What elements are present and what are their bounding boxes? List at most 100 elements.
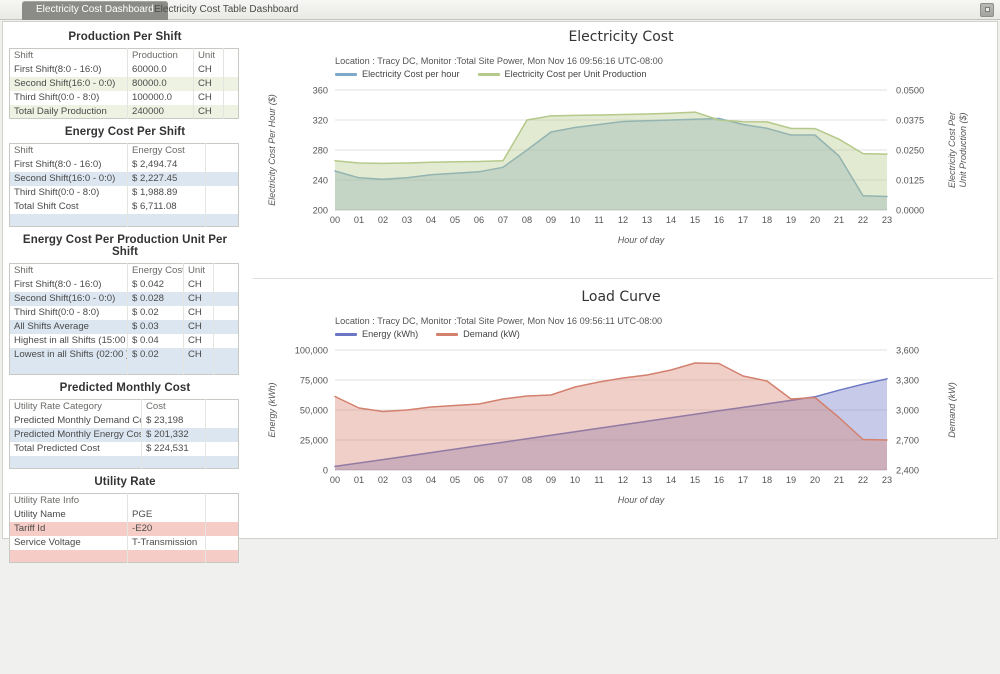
svg-text:16: 16 (714, 475, 724, 485)
svg-text:0: 0 (323, 465, 328, 475)
svg-text:04: 04 (426, 215, 436, 225)
svg-text:20: 20 (810, 215, 820, 225)
cell-energy-cost: $ 2,494.74 (127, 157, 206, 172)
cell-unit: CH (183, 277, 214, 292)
cell-spacer (205, 441, 239, 456)
svg-text:Electricity Cost Per Hour ($): Electricity Cost Per Hour ($) (267, 94, 277, 206)
legend-item-demand[interactable]: Demand (kW) (436, 329, 520, 339)
cell-shift: Third Shift(0:0 - 8:0) (9, 90, 128, 105)
col-category: Utility Rate Category (9, 399, 142, 414)
cell-spacer (205, 521, 239, 536)
table-row[interactable]: Utility Name PGE (9, 507, 239, 522)
cell-spacer (213, 305, 239, 320)
cell-unit: CH (193, 104, 224, 119)
table-row[interactable]: Second Shift(16:0 - 0:0) 80000.0 CH (9, 76, 239, 91)
svg-text:22: 22 (858, 475, 868, 485)
col-value (127, 493, 206, 508)
legend-swatch-icon (477, 72, 500, 76)
table-row[interactable]: Lowest in all Shifts (02:00 ) $ 0.02 CH (9, 347, 239, 362)
dashboard-page: Production Per Shift Shift Production Un… (2, 21, 998, 563)
svg-text:280: 280 (313, 145, 328, 155)
svg-text:360: 360 (313, 85, 328, 95)
unit-cost-table-title: Energy Cost Per Production Unit Per Shif… (22, 234, 228, 258)
svg-text:0.0500: 0.0500 (896, 85, 924, 95)
svg-text:02: 02 (378, 475, 388, 485)
load-curve-plot[interactable]: 0 2,400 25,000 2,700 50,000 3,000 75,000 3,300 1… (247, 342, 995, 512)
tables-column: Production Per Shift Shift Production Un… (9, 24, 241, 563)
table-row[interactable]: Tariff Id -E20 (9, 521, 239, 536)
svg-text:01: 01 (354, 215, 364, 225)
cell-shift: Highest in all Shifts (15:00 (9, 333, 128, 348)
col-spacer (213, 263, 239, 278)
cell-category: Total Predicted Cost (9, 441, 142, 456)
cell-energy-cost: $ 1,988.89 (127, 185, 206, 200)
svg-text:08: 08 (522, 215, 532, 225)
col-spacer (205, 493, 239, 508)
svg-text:0.0125: 0.0125 (896, 175, 924, 185)
cell-spacer (205, 413, 239, 428)
table-row[interactable]: Third Shift(0:0 - 8:0) $ 1,988.89 (9, 185, 239, 200)
table-row[interactable]: Third Shift(0:0 - 8:0) 100000.0 CH (9, 90, 239, 105)
cell-shift: Total Daily Production (9, 104, 128, 119)
table-row[interactable]: Highest in all Shifts (15:00 $ 0.04 CH (9, 333, 239, 348)
electricity-cost-plot[interactable]: 200 0.0000 240 0.0125 280 0.0250 320 0.0375 360 0… (247, 82, 995, 252)
production-table-title: Production Per Shift (68, 31, 182, 43)
utility-rate-table: Utility Rate Info Utility Name PGE Tarif… (9, 493, 239, 563)
cell-category: Predicted Monthly Energy Cost (9, 427, 142, 442)
legend-item-energy[interactable]: Energy (kWh) (335, 329, 418, 339)
table-row-filler (9, 213, 239, 227)
svg-text:Hour of day: Hour of day (618, 235, 665, 245)
table-row[interactable]: Predicted Monthly Demand Cost $ 23,198 (9, 413, 239, 428)
cell-cost: $ 23,198 (141, 413, 206, 428)
cell-production: 60000.0 (127, 62, 194, 77)
cell-unit: CH (183, 347, 214, 362)
electricity-cost-legend: Electricity Cost per hour Electricity Co… (335, 69, 646, 79)
table-row[interactable]: Third Shift(0:0 - 8:0) $ 0.02 CH (9, 305, 239, 320)
svg-text:01: 01 (354, 475, 364, 485)
table-row[interactable]: First Shift(8:0 - 16:0) 60000.0 CH (9, 62, 239, 77)
legend-item-cost-per-unit[interactable]: Electricity Cost per Unit Production (477, 69, 646, 79)
svg-text:00: 00 (330, 475, 340, 485)
cell-energy-cost: $ 0.04 (127, 333, 184, 348)
svg-text:13: 13 (642, 475, 652, 485)
svg-text:08: 08 (522, 475, 532, 485)
cell-value: PGE (127, 507, 206, 522)
svg-text:19: 19 (786, 215, 796, 225)
svg-text:13: 13 (642, 215, 652, 225)
table-row[interactable]: First Shift(8:0 - 16:0) $ 0.042 CH (9, 277, 239, 292)
col-production: Production (127, 48, 194, 63)
table-row[interactable]: All Shifts Average $ 0.03 CH (9, 319, 239, 334)
svg-text:12: 12 (618, 475, 628, 485)
svg-text:18: 18 (762, 475, 772, 485)
tab-electricity-cost-table-dashboard[interactable]: Electricity Cost Table Dashboard (140, 1, 312, 20)
dashboard-window: Electricity Cost Dashboard Electricity C… (0, 0, 1000, 563)
minimize-button[interactable] (980, 3, 994, 17)
cell-spacer (205, 185, 239, 200)
svg-text:25,000: 25,000 (300, 435, 328, 445)
table-row[interactable]: Second Shift(16:0 - 0:0) $ 0.028 CH (9, 291, 239, 306)
cell-energy-cost: $ 2,227.45 (127, 171, 206, 186)
col-info: Utility Rate Info (9, 493, 128, 508)
table-row[interactable]: Second Shift(16:0 - 0:0) $ 2,227.45 (9, 171, 239, 186)
svg-text:04: 04 (426, 475, 436, 485)
production-table: Shift Production Unit First Shift(8:0 - … (9, 48, 239, 119)
svg-text:320: 320 (313, 115, 328, 125)
legend-swatch-icon (335, 332, 357, 336)
cell-info: Service Voltage (9, 535, 128, 550)
svg-text:14: 14 (666, 215, 676, 225)
table-row[interactable]: Total Daily Production 240000 CH (9, 104, 239, 119)
cell-shift: Second Shift(16:0 - 0:0) (9, 76, 128, 91)
cell-unit: CH (183, 333, 214, 348)
table-row[interactable]: Predicted Monthly Energy Cost $ 201,332 (9, 427, 239, 442)
svg-text:10: 10 (570, 215, 580, 225)
table-row[interactable]: Service Voltage T-Transmission (9, 535, 239, 550)
cell-spacer (223, 62, 239, 77)
table-row[interactable]: Total Predicted Cost $ 224,531 (9, 441, 239, 456)
legend-item-cost-per-hour[interactable]: Electricity Cost per hour (335, 69, 460, 79)
col-spacer (223, 48, 239, 63)
svg-text:03: 03 (402, 475, 412, 485)
table-row[interactable]: First Shift(8:0 - 16:0) $ 2,494.74 (9, 157, 239, 172)
cell-production: 240000 (127, 104, 194, 119)
legend-label: Electricity Cost per hour (362, 69, 460, 79)
table-row[interactable]: Total Shift Cost $ 6,711.08 (9, 199, 239, 214)
